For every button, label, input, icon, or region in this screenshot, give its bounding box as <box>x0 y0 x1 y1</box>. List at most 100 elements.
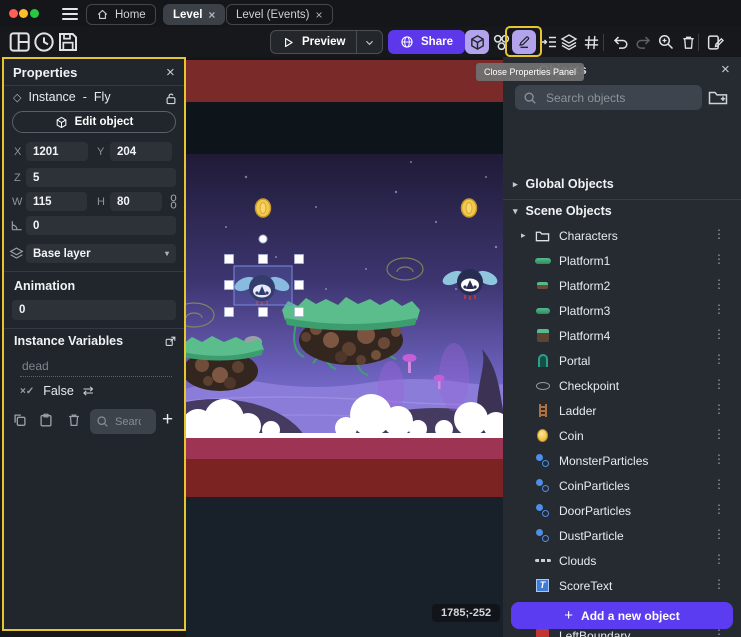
object-label: Platform2 <box>559 279 610 293</box>
platform1-thumbnail <box>534 258 551 264</box>
trash-icon[interactable] <box>66 412 82 428</box>
kebab-menu-icon[interactable]: ⋮ <box>713 252 725 266</box>
object-list-item[interactable]: ▸ Platform2 ⋮ <box>503 273 741 298</box>
object-list-item[interactable]: ▸ Portal ⋮ <box>503 348 741 373</box>
objects-search[interactable] <box>515 85 702 110</box>
object-list-item[interactable]: ▸ T ScoreText ⋮ <box>503 573 741 598</box>
properties-panel-toggle-button[interactable] <box>512 30 536 54</box>
redo-button[interactable] <box>631 30 655 54</box>
search-icon <box>523 91 537 105</box>
object-label: DoorParticles <box>559 504 631 518</box>
animation-field[interactable] <box>12 300 176 320</box>
object-list-item[interactable]: ▸ MonsterParticles ⋮ <box>503 448 741 473</box>
edit-scene-events-button[interactable] <box>703 30 727 54</box>
kebab-menu-icon[interactable]: ⋮ <box>713 302 725 316</box>
tab-level[interactable]: Level × <box>163 4 225 25</box>
grid-button[interactable] <box>579 30 603 54</box>
coin-thumbnail <box>534 429 551 442</box>
cursor-coordinates-badge: 1785;-252 <box>432 604 500 622</box>
maximize-window-button[interactable] <box>30 9 39 18</box>
angle-field[interactable] <box>26 216 176 235</box>
open-variables-icon[interactable] <box>164 335 177 348</box>
close-properties-button[interactable]: × <box>166 65 175 80</box>
add-variable-button[interactable]: + <box>162 409 173 431</box>
paste-icon[interactable] <box>38 412 54 428</box>
close-tab-icon[interactable]: × <box>316 9 323 21</box>
hamburger-menu-icon[interactable] <box>62 8 78 20</box>
preview-button[interactable]: Preview <box>271 36 356 49</box>
history-clock-icon[interactable] <box>32 30 56 54</box>
save-icon[interactable] <box>56 30 80 54</box>
object-list-item[interactable]: ▸ Clouds ⋮ <box>503 548 741 573</box>
delete-button[interactable] <box>676 30 700 54</box>
kebab-menu-icon[interactable]: ⋮ <box>713 352 725 366</box>
z-field[interactable] <box>26 168 176 187</box>
close-objects-panel-button[interactable]: × <box>721 62 730 77</box>
kebab-menu-icon[interactable]: ⋮ <box>713 477 725 491</box>
layers-panel-button[interactable] <box>557 30 581 54</box>
edit-object-button[interactable]: Edit object <box>12 111 176 133</box>
coin-instance[interactable] <box>462 199 477 217</box>
y-field[interactable] <box>110 142 172 161</box>
particles-thumbnail <box>534 478 551 493</box>
unlock-icon[interactable] <box>164 91 178 106</box>
undo-button[interactable] <box>609 30 633 54</box>
global-objects-section[interactable]: ▸ Global Objects <box>513 177 614 191</box>
minimize-window-button[interactable] <box>19 9 28 18</box>
object-list-item[interactable]: ▸ Coin ⋮ <box>503 423 741 448</box>
kebab-menu-icon[interactable]: ⋮ <box>713 502 725 516</box>
height-field[interactable] <box>110 192 162 211</box>
pencil-icon <box>516 34 532 50</box>
kebab-menu-icon[interactable]: ⋮ <box>713 427 725 441</box>
kebab-menu-icon[interactable]: ⋮ <box>713 277 725 291</box>
kebab-menu-icon[interactable]: ⋮ <box>713 402 725 416</box>
add-object-button[interactable]: + Add a new object <box>511 602 733 629</box>
swap-value-icon[interactable]: ⇄ <box>83 383 94 399</box>
object-list-item[interactable]: ▸ CoinParticles ⋮ <box>503 473 741 498</box>
diamond-icon: ◇ <box>13 91 21 104</box>
object-list-item[interactable]: ▸ Platform1 ⋮ <box>503 248 741 273</box>
new-folder-icon[interactable] <box>708 88 728 106</box>
copy-icon[interactable] <box>12 412 28 428</box>
variables-search-input[interactable] <box>113 415 143 429</box>
rotate-handle <box>259 235 267 243</box>
variable-name[interactable]: dead <box>22 359 49 373</box>
tab-home[interactable]: Home <box>86 4 156 25</box>
zoom-in-button[interactable] <box>654 30 678 54</box>
toolbar: Preview Share <box>0 27 741 57</box>
kebab-menu-icon[interactable]: ⋮ <box>713 377 725 391</box>
close-tab-icon[interactable]: × <box>208 9 215 21</box>
object-list-item[interactable]: ▸ Characters ⋮ <box>503 223 741 248</box>
share-button[interactable]: Share <box>388 30 465 54</box>
object-list-item[interactable]: ▸ Checkpoint ⋮ <box>503 373 741 398</box>
kebab-menu-icon[interactable]: ⋮ <box>713 577 725 591</box>
object-groups-button[interactable] <box>489 30 513 54</box>
chevron-right-icon[interactable]: ▸ <box>521 230 526 241</box>
tab-level-events[interactable]: Level (Events) × <box>226 4 333 25</box>
object-list-item[interactable]: ▸ Platform3 ⋮ <box>503 298 741 323</box>
kebab-menu-icon[interactable]: ⋮ <box>713 227 725 241</box>
layer-select[interactable]: Base layer ▾ <box>26 244 176 263</box>
preview-dropdown-button[interactable] <box>356 31 382 53</box>
objects-search-input[interactable] <box>544 90 694 106</box>
kebab-menu-icon[interactable]: ⋮ <box>713 452 725 466</box>
object-list-item[interactable]: ▸ Ladder ⋮ <box>503 398 741 423</box>
variable-value[interactable]: False <box>43 384 74 398</box>
object-list-item[interactable]: ▸ Platform4 ⋮ <box>503 323 741 348</box>
trash-icon <box>680 34 697 51</box>
link-dimensions-icon[interactable] <box>167 193 180 210</box>
3d-edit-mode-button[interactable] <box>465 30 489 54</box>
object-list-item[interactable]: ▸ DustParticle ⋮ <box>503 523 741 548</box>
width-field[interactable] <box>26 192 87 211</box>
kebab-menu-icon[interactable]: ⋮ <box>713 552 725 566</box>
scene-objects-section[interactable]: ▾ Scene Objects <box>513 204 612 218</box>
coin-instance[interactable] <box>256 199 271 217</box>
selected-object-name: Fly <box>94 90 111 104</box>
panels-layout-icon[interactable] <box>8 30 32 54</box>
object-list-item[interactable]: ▸ DoorParticles ⋮ <box>503 498 741 523</box>
kebab-menu-icon[interactable]: ⋮ <box>713 527 725 541</box>
close-window-button[interactable] <box>9 9 18 18</box>
x-field[interactable] <box>26 142 88 161</box>
kebab-menu-icon[interactable]: ⋮ <box>713 327 725 341</box>
variables-search[interactable] <box>90 409 156 434</box>
